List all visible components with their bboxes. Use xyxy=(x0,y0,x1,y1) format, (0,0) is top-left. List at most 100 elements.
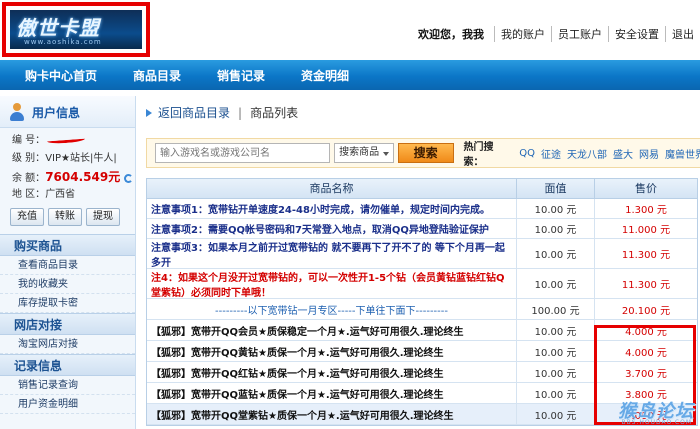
header-product-name: 商品名称 xyxy=(147,179,517,198)
top-links: 欢迎您，我我 我的账户 员工账户 安全设置 退出 xyxy=(418,26,700,42)
security-settings-link[interactable]: 安全设置 xyxy=(608,26,665,42)
sidebar-link-fund-details[interactable]: 用户资金明细 xyxy=(0,395,135,414)
search-button[interactable]: 搜索 xyxy=(397,143,454,163)
product-name[interactable]: 【狐邪】宽带开QQ堂紫钻★质保一个月★.运气好可用很久.理论终生 xyxy=(147,404,517,424)
user-icon xyxy=(8,102,26,122)
product-name[interactable]: 注意事项1：宽带钻开单速度24-48小时完成，请勿催单，规定时间内完成。 xyxy=(147,199,517,218)
price: 11.000 元 xyxy=(621,225,671,236)
account-buttons: 充值 转账 提现 xyxy=(0,204,135,226)
hot-search-zhengtu[interactable]: 征途 xyxy=(541,146,561,161)
face-value: 10.00 元 xyxy=(517,320,595,340)
search-type-value: 搜索商品 xyxy=(339,147,380,158)
sidebar-link-catalog[interactable]: 查看商品目录 xyxy=(0,256,135,275)
table-row[interactable]: 注意事项1：宽带钻开单速度24-48小时完成，请勿催单，规定时间内完成。 10.… xyxy=(147,199,697,219)
sidebar-link-extract-cards[interactable]: 库存提取卡密 xyxy=(0,294,135,313)
nav-catalog[interactable]: 商品目录 xyxy=(133,67,181,84)
chevron-down-icon xyxy=(382,152,389,156)
user-level-label: 级 别： xyxy=(12,153,46,164)
user-id-row: 编 号： xyxy=(0,132,135,150)
logo-highlight-box: 傲世卡盟 www.aoshika.com xyxy=(2,2,150,57)
hot-search-label: 热门搜索： xyxy=(463,142,494,168)
face-value: 10.00 元 xyxy=(517,383,595,403)
product-name[interactable]: 【狐邪】宽带开QQ蓝钻★质保一个月★.运气好可用很久.理论终生 xyxy=(147,383,517,403)
table-row[interactable]: ---------以下宽带钻一月专区-----下单往下面下--------- 1… xyxy=(147,299,697,320)
face-value: 10.00 元 xyxy=(517,362,595,382)
user-info-header: 用户信息 xyxy=(0,96,135,128)
product-name[interactable]: 【狐邪】宽带开QQ会员★质保稳定一个月★.运气好可用很久.理论终生 xyxy=(147,320,517,340)
user-balance-value: 7604.549元 xyxy=(45,170,121,184)
my-account-link[interactable]: 我的账户 xyxy=(494,26,551,42)
logo-subtext: www.aoshika.com xyxy=(24,38,102,46)
hot-search-tlbb[interactable]: 天龙八部 xyxy=(567,146,607,161)
header-face-value: 面值 xyxy=(517,179,595,198)
hot-search-shanda[interactable]: 盛大 xyxy=(613,146,633,161)
price: 11.300 元 xyxy=(621,280,671,291)
breadcrumb-current: 商品列表 xyxy=(250,106,299,120)
product-name[interactable]: ---------以下宽带钻一月专区-----下单往下面下--------- xyxy=(147,299,517,319)
face-value: 10.00 元 xyxy=(517,404,595,424)
recharge-button[interactable]: 充值 xyxy=(10,208,44,226)
face-value: 10.00 元 xyxy=(517,239,595,268)
sidebar: 用户信息 编 号： 级 别：VIP★站长|牛人| 余 额：7604.549元 地… xyxy=(0,96,136,429)
user-region-row: 地 区：广西省 xyxy=(0,186,135,204)
face-value: 10.00 元 xyxy=(517,269,595,298)
table-row[interactable]: 注4：如果这个月没开过宽带钻的，可以一次性开1-5个钻（会员黄钻蓝钻红钻Q堂紫钻… xyxy=(147,269,697,299)
section-shop-integration: 网店对接 xyxy=(0,313,135,335)
face-value: 10.00 元 xyxy=(517,199,595,218)
face-value: 10.00 元 xyxy=(517,341,595,361)
site-logo[interactable]: 傲世卡盟 www.aoshika.com xyxy=(10,10,142,49)
face-value: 10.00 元 xyxy=(517,219,595,238)
header-price: 售价 xyxy=(635,182,657,195)
nav-home[interactable]: 购卡中心首页 xyxy=(25,67,97,84)
arrow-right-icon xyxy=(146,108,152,117)
user-region-value: 广西省 xyxy=(45,189,76,200)
refresh-icon[interactable] xyxy=(124,173,134,183)
hot-search-qq[interactable]: QQ xyxy=(519,148,535,159)
sidebar-link-sales-query[interactable]: 销售记录查询 xyxy=(0,376,135,395)
search-input[interactable] xyxy=(155,143,331,163)
sidebar-link-taobao[interactable]: 淘宝网店对接 xyxy=(0,335,135,354)
hot-search-netease[interactable]: 网易 xyxy=(639,146,659,161)
face-value: 100.00 元 xyxy=(517,299,595,319)
user-balance-label: 余 额： xyxy=(12,173,46,184)
back-to-catalog-link[interactable]: 返回商品目录 xyxy=(158,104,230,121)
price: 20.100 元 xyxy=(621,305,671,317)
withdraw-button[interactable]: 提现 xyxy=(86,208,120,226)
header: 傲世卡盟 www.aoshika.com 欢迎您，我我 我的账户 员工账户 安全… xyxy=(0,0,700,60)
redacted-scribble xyxy=(47,135,86,145)
table-header: 商品名称 面值 售价 xyxy=(147,179,697,199)
search-bar: 搜索商品 搜索 热门搜索： QQ 征途 天龙八部 盛大 网易 魔兽世界 xyxy=(146,138,700,168)
transfer-button[interactable]: 转账 xyxy=(48,208,82,226)
logo-text: 傲世卡盟 xyxy=(16,16,100,40)
nav-fund-details[interactable]: 资金明细 xyxy=(301,67,349,84)
price: 1.300 元 xyxy=(625,205,667,216)
logout-link[interactable]: 退出 xyxy=(665,26,700,42)
section-records: 记录信息 xyxy=(0,354,135,376)
table-row[interactable]: 注意事项2：需要QQ帐号密码和7天常登入地点，取消QQ异地登陆验证保护 10.0… xyxy=(147,219,697,239)
product-name[interactable]: 注意事项2：需要QQ帐号密码和7天常登入地点，取消QQ异地登陆验证保护 xyxy=(147,219,517,238)
breadcrumb-separator: | xyxy=(238,105,243,120)
product-name[interactable]: 【狐邪】宽带开QQ黄钻★质保一个月★.运气好可用很久.理论终生 xyxy=(147,341,517,361)
price: 11.300 元 xyxy=(621,250,671,261)
table-row[interactable]: 注意事项3：如果本月之前开过宽带钻的 就不要再下了开不了的 等下个月再一起多开 … xyxy=(147,239,697,269)
main-nav: 购卡中心首页 商品目录 销售记录 资金明细 xyxy=(0,60,700,90)
product-name[interactable]: 【狐邪】宽带开QQ红钻★质保一个月★.运气好可用很久.理论终生 xyxy=(147,362,517,382)
nav-sales-records[interactable]: 销售记录 xyxy=(217,67,265,84)
staff-account-link[interactable]: 员工账户 xyxy=(551,26,608,42)
product-name[interactable]: 注意事项3：如果本月之前开过宽带钻的 就不要再下了开不了的 等下个月再一起多开 xyxy=(147,239,517,269)
section-buy-products: 购买商品 xyxy=(0,234,135,256)
sidebar-link-favorites[interactable]: 我的收藏夹 xyxy=(0,275,135,294)
welcome-text: 欢迎您，我我 xyxy=(418,28,484,41)
hot-search-wow[interactable]: 魔兽世界 xyxy=(665,146,700,161)
user-region-label: 地 区： xyxy=(12,189,46,200)
user-info-title: 用户信息 xyxy=(32,106,81,120)
breadcrumb: 返回商品目录 | 商品列表 xyxy=(146,104,298,121)
user-level-row: 级 别：VIP★站长|牛人| xyxy=(0,150,135,168)
watermark-subtext: BBS.HOUDAO.COM xyxy=(621,419,692,426)
search-type-select[interactable]: 搜索商品 xyxy=(334,143,394,163)
user-id-label: 编 号： xyxy=(12,135,46,146)
main-content: 返回商品目录 | 商品列表 搜索商品 搜索 热门搜索： QQ 征途 天龙八部 盛… xyxy=(140,96,700,429)
forum-watermark: 猴岛论坛 BBS.HOUDAO.COM xyxy=(590,397,694,426)
product-name[interactable]: 注4：如果这个月没开过宽带钻的，可以一次性开1-5个钻（会员黄钻蓝钻红钻Q堂紫钻… xyxy=(147,269,517,299)
user-balance-row: 余 额：7604.549元 xyxy=(0,168,135,186)
